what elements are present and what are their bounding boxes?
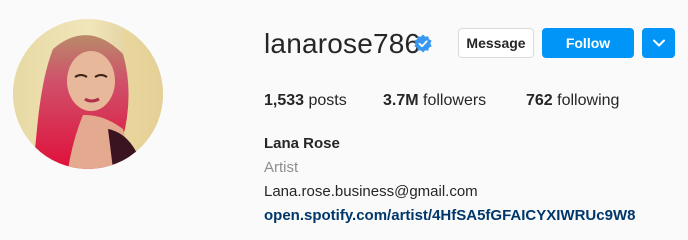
following-count: 762 — [526, 92, 553, 109]
posts-label: posts — [308, 92, 347, 109]
profile-avatar[interactable] — [13, 19, 163, 169]
posts-stat: 1,533 posts — [264, 91, 347, 111]
bio-email: Lana.rose.business@gmail.com — [264, 183, 478, 200]
full-name: Lana Rose — [264, 135, 340, 152]
verified-badge-icon — [414, 34, 432, 53]
follow-button[interactable]: Follow — [542, 28, 634, 58]
message-button[interactable]: Message — [458, 28, 534, 58]
followers-label: followers — [423, 92, 487, 109]
following-label: following — [557, 92, 620, 109]
posts-count: 1,533 — [264, 92, 305, 109]
category-label: Artist — [264, 159, 299, 176]
followers-stat[interactable]: 3.7M followers — [383, 91, 486, 111]
profile-photo-image — [13, 19, 163, 169]
username: lanarose786 — [264, 28, 421, 59]
followers-count: 3.7M — [383, 92, 419, 109]
following-stat[interactable]: 762 following — [526, 91, 619, 111]
bio-link[interactable]: open.spotify.com/artist/4HfSA5fGFAICYXIW… — [264, 207, 635, 225]
suggested-accounts-button[interactable] — [642, 28, 675, 58]
chevron-down-icon — [652, 39, 665, 47]
